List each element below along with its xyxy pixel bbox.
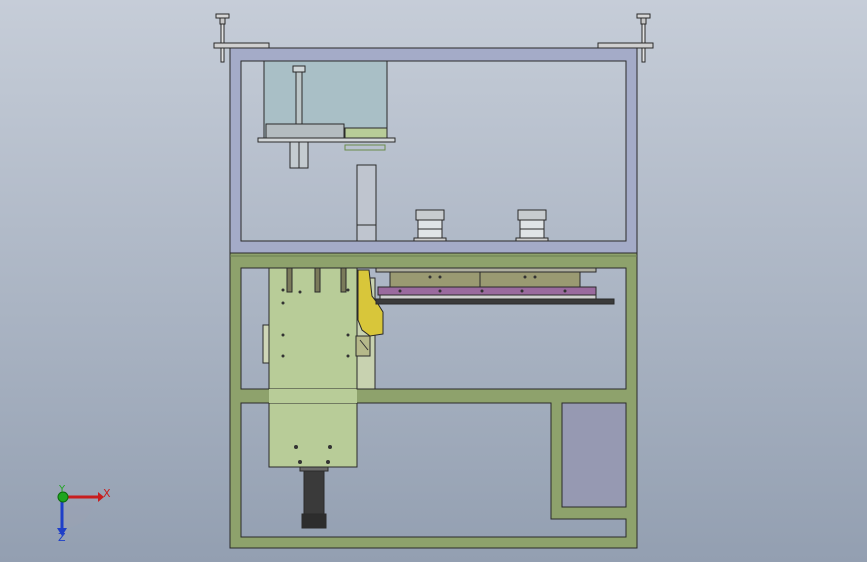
z-axis-arrowhead: [57, 528, 67, 536]
x-axis-arrowhead: [98, 492, 104, 502]
cad-graphics-viewport[interactable]: X Y Z: [0, 0, 867, 562]
y-axis-dot: [57, 491, 69, 503]
coordinate-triad: [57, 491, 104, 536]
